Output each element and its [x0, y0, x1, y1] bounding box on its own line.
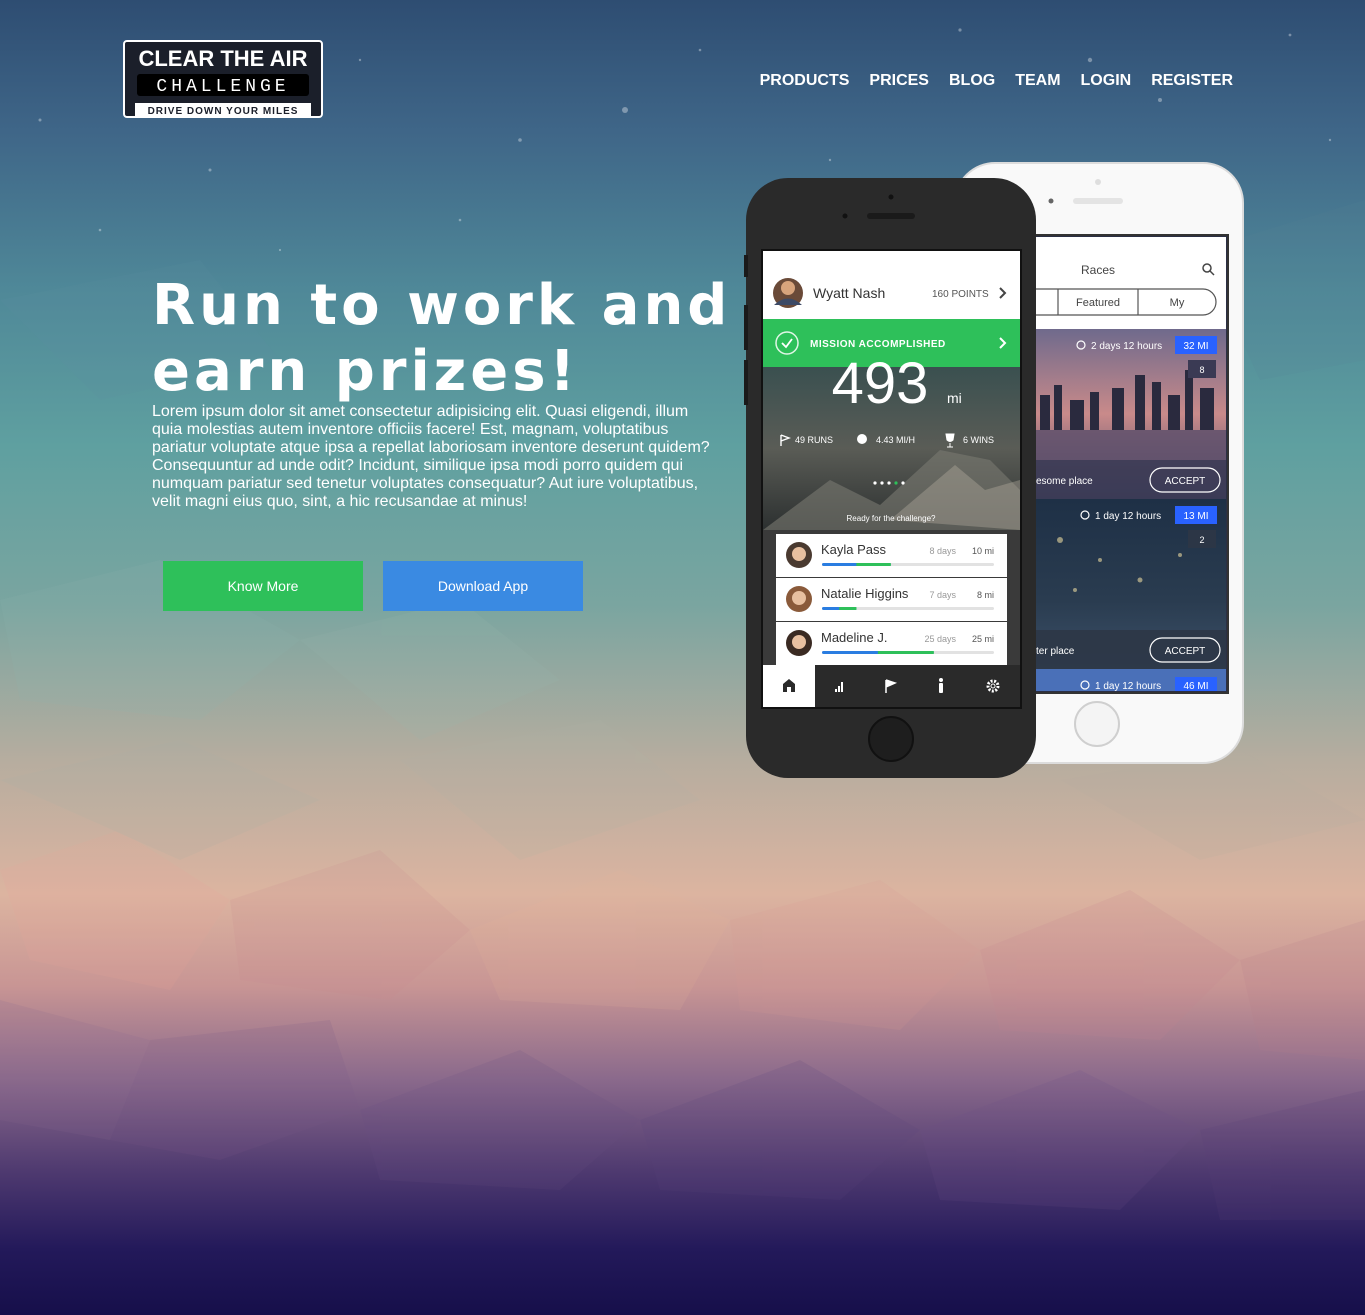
clear-the-air-logo[interactable]: CLEAR THE AIR CHALLENGE DRIVE DOWN YOUR … [123, 40, 323, 118]
leaderboard-days: 25 days [924, 634, 956, 644]
user-points: 160 POINTS [932, 289, 989, 300]
stat-runs: 49 RUNS [795, 435, 833, 445]
races-title: Races [1081, 263, 1115, 277]
stat-speed: 4.43 MI/H [876, 435, 915, 445]
mission-text: MISSION ACCOMPLISHED [810, 339, 946, 350]
nav-products[interactable]: PRODUCTS [760, 72, 850, 90]
nav-login[interactable]: LOGIN [1081, 72, 1132, 90]
know-more-button[interactable]: Know More [163, 561, 363, 611]
speed-icon [857, 434, 867, 444]
race-1-participants: 8 [1199, 365, 1204, 375]
leaderboard-miles: 10 mi [972, 546, 994, 556]
tab-my[interactable]: My [1170, 297, 1185, 309]
progress-fill-accent [877, 651, 934, 654]
avatar [786, 630, 812, 656]
hero-headline: Run to work and earn prizes! [152, 273, 732, 404]
nav-team[interactable]: TEAM [1015, 72, 1060, 90]
leaderboard-miles: 8 mi [977, 590, 994, 600]
leaderboard-miles: 25 mi [972, 634, 994, 644]
race-3-time: 1 day 12 hours [1095, 681, 1161, 692]
main-nav: PRODUCTS PRICES BLOG TEAM LOGIN REGISTER [760, 72, 1233, 90]
logo-line1: CLEAR THE AIR [138, 46, 307, 71]
leaderboard-name: Kayla Pass [821, 542, 887, 557]
avatar [786, 586, 812, 612]
stat-wins: 6 WINS [963, 435, 994, 445]
race-2-participants: 2 [1199, 535, 1204, 545]
progress-fill-accent [839, 607, 857, 610]
race-2-accept-button[interactable]: ACCEPT [1165, 646, 1206, 657]
leaderboard-days: 8 days [929, 546, 956, 556]
progress-fill-accent [856, 563, 891, 566]
logo-tagline: DRIVE DOWN YOUR MILES [148, 106, 299, 117]
user-name: Wyatt Nash [813, 285, 885, 301]
nav-prices[interactable]: PRICES [869, 72, 929, 90]
leaderboard-name: Natalie Higgins [821, 586, 909, 601]
race-2-place: ter place [1036, 646, 1075, 657]
challenge-prompt: Ready for the challenge? [847, 514, 937, 523]
logo-line2: CHALLENGE [156, 77, 289, 97]
download-app-button[interactable]: Download App [383, 561, 583, 611]
race-1-accept-button[interactable]: ACCEPT [1165, 476, 1206, 487]
race-2-distance: 13 MI [1183, 511, 1208, 522]
hero-body: Lorem ipsum dolor sit amet consectetur a… [152, 403, 710, 510]
avatar [786, 542, 812, 568]
total-miles-unit: mi [947, 390, 962, 406]
race-1-distance: 32 MI [1183, 341, 1208, 352]
race-1-time: 2 days 12 hours [1091, 341, 1162, 352]
race-2-time: 1 day 12 hours [1095, 511, 1161, 522]
nav-register[interactable]: REGISTER [1151, 72, 1233, 90]
leaderboard-days: 7 days [929, 590, 956, 600]
nav-blog[interactable]: BLOG [949, 72, 995, 90]
total-miles: 493 [832, 351, 929, 416]
race-3-distance: 46 MI [1183, 681, 1208, 692]
runner-icon[interactable] [939, 678, 943, 693]
bottom-tab-bar [763, 665, 1020, 707]
tab-featured[interactable]: Featured [1076, 297, 1120, 309]
front-phone: Wyatt Nash 160 POINTS MISSION ACCOMPLISH… [744, 178, 1036, 778]
leaderboard-name: Madeline J. [821, 630, 887, 645]
phone-mockups: Races Featured My 2 days 12 hours 32 MI … [744, 162, 1244, 778]
race-1-place: esome place [1036, 476, 1093, 487]
